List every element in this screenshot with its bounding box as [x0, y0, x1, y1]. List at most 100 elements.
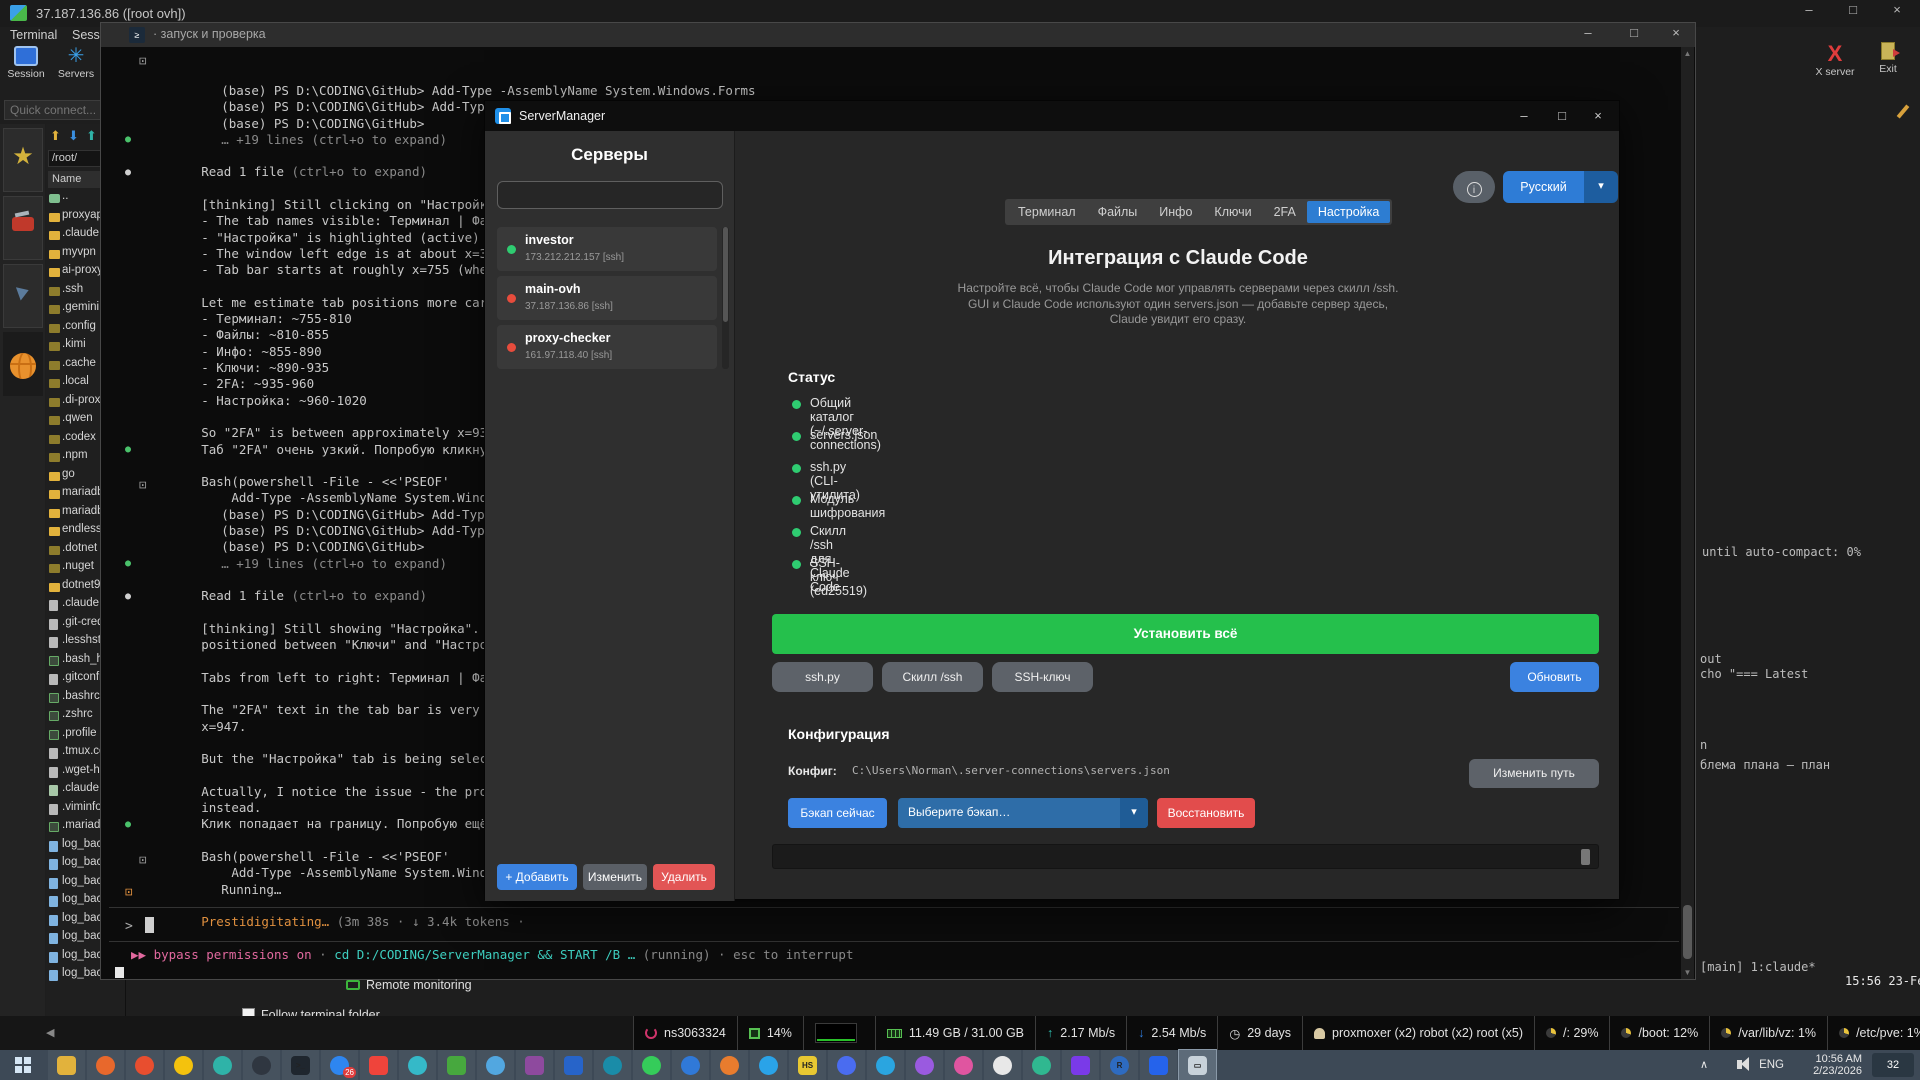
clock[interactable]: 10:56 AM 2/23/2026 [1813, 1053, 1862, 1077]
change-path-button[interactable]: Изменить путь [1469, 759, 1599, 788]
notification-count[interactable]: 32 [1872, 1053, 1914, 1077]
x-server-button[interactable]: X X server [1812, 42, 1858, 78]
taskbar-app-icon[interactable] [750, 1050, 787, 1080]
terminal-title-bar[interactable]: ≥ · запуск и проверка – □ × [101, 23, 1695, 47]
server-search-input[interactable] [497, 181, 723, 209]
install-sshpy-button[interactable]: ssh.py [772, 662, 873, 692]
taskbar-app-icon[interactable] [165, 1050, 202, 1080]
exit-button[interactable]: Exit [1868, 42, 1908, 75]
taskbar-app-icon[interactable] [711, 1050, 748, 1080]
taskbar-app-icon[interactable] [867, 1050, 904, 1080]
taskbar-app-icon[interactable] [477, 1050, 514, 1080]
restore-button[interactable]: Восстановить [1157, 798, 1255, 828]
section-tab[interactable]: Файлы [1087, 201, 1149, 223]
pencil-icon[interactable] [1897, 104, 1910, 118]
servers-tool-button[interactable]: ✳ Servers [52, 46, 100, 80]
taskbar-app-icon[interactable] [1062, 1050, 1099, 1080]
sm-minimize-button[interactable]: – [1511, 108, 1537, 123]
taskbar-app-icon[interactable]: R [1101, 1050, 1138, 1080]
sidebar-tab-tools[interactable] [3, 196, 43, 260]
app-glyph [447, 1056, 466, 1075]
maximize-button[interactable]: □ [1838, 2, 1868, 17]
taskbar-app-icon[interactable] [555, 1050, 592, 1080]
terminal-close-button[interactable]: × [1661, 25, 1691, 40]
taskbar-app-icon[interactable] [672, 1050, 709, 1080]
terminal-maximize-button[interactable]: □ [1619, 25, 1649, 40]
sm-close-button[interactable]: × [1585, 108, 1611, 123]
sidebar-tab-sessions[interactable] [3, 264, 43, 328]
close-button[interactable]: × [1882, 2, 1912, 17]
section-tab[interactable]: Настройка [1307, 201, 1391, 223]
session-tool-button[interactable]: Session [2, 46, 50, 80]
taskbar-app-icon[interactable] [984, 1050, 1021, 1080]
taskbar-app-icon[interactable] [906, 1050, 943, 1080]
download-icon[interactable]: ⬇ [68, 128, 79, 144]
server-card[interactable]: main-ovh 37.187.136.86 [ssh] [497, 276, 717, 320]
servermanager-title-bar[interactable]: ServerManager – □ × [485, 101, 1619, 131]
server-card[interactable]: proxy-checker 161.97.118.40 [ssh] [497, 325, 717, 369]
taskbar-app-icon[interactable] [243, 1050, 280, 1080]
taskbar-app-icon[interactable] [828, 1050, 865, 1080]
minimize-button[interactable]: – [1794, 2, 1824, 17]
terminal-cursor [145, 917, 154, 933]
taskbar-app-icon[interactable] [87, 1050, 124, 1080]
volume-icon[interactable] [1737, 1060, 1742, 1069]
taskbar-app-icon[interactable] [516, 1050, 553, 1080]
server-address: 173.212.212.157 [ssh] [525, 252, 624, 263]
taskbar-app-icon[interactable] [438, 1050, 475, 1080]
taskbar-app-icon[interactable]: 26 [321, 1050, 358, 1080]
page-subtitle: Настройте всё, чтобы Claude Code мог упр… [735, 281, 1621, 328]
server-list-scrollbar[interactable] [722, 227, 729, 369]
tray-expand-icon[interactable]: ∧ [1700, 1058, 1708, 1071]
collapse-arrow-icon[interactable]: ◀ [46, 1026, 54, 1039]
taskbar-app-icon[interactable]: ▭ [1179, 1050, 1216, 1080]
scroll-up-icon[interactable]: ▲ [1681, 49, 1694, 58]
powershell-icon: ≥ [129, 27, 145, 43]
section-tab[interactable]: Инфо [1148, 201, 1203, 223]
info-button[interactable]: i [1453, 171, 1495, 203]
taskbar-app-icon[interactable] [594, 1050, 631, 1080]
install-all-button[interactable]: Установить всё [772, 614, 1599, 654]
delete-server-button[interactable]: Удалить [653, 864, 715, 890]
language-indicator[interactable]: ENG [1759, 1059, 1784, 1071]
taskbar-app-icon[interactable] [1023, 1050, 1060, 1080]
language-dropdown[interactable]: Русский ▾ [1503, 171, 1618, 203]
section-tab[interactable]: 2FA [1263, 201, 1307, 223]
scrollbar-thumb[interactable] [1581, 849, 1590, 865]
taskbar-app-icon[interactable] [204, 1050, 241, 1080]
taskbar-app-icon[interactable]: HS [789, 1050, 826, 1080]
segment-icon [645, 1027, 657, 1039]
taskbar-app-icon[interactable] [126, 1050, 163, 1080]
status-ok-dot [792, 464, 801, 473]
taskbar-app-icon[interactable] [1140, 1050, 1177, 1080]
scrollbar-thumb[interactable] [1683, 905, 1692, 959]
taskbar-app-icon[interactable]: >_ [282, 1050, 319, 1080]
terminal-minimize-button[interactable]: – [1573, 25, 1603, 40]
taskbar-app-icon[interactable] [399, 1050, 436, 1080]
sidebar-tab-sftp[interactable] [3, 332, 43, 396]
section-tab[interactable]: Терминал [1007, 201, 1087, 223]
taskbar-app-icon[interactable] [633, 1050, 670, 1080]
remote-monitoring-toggle[interactable]: Remote monitoring [346, 978, 472, 992]
taskbar-app-icon[interactable] [360, 1050, 397, 1080]
taskbar-app-icon[interactable] [48, 1050, 85, 1080]
install-sshkey-button[interactable]: SSH-ключ [992, 662, 1093, 692]
backup-select[interactable]: Выберите бэкап… ▾ [898, 798, 1148, 828]
scrollbar-thumb[interactable] [723, 227, 728, 322]
terminal-scrollbar[interactable]: ▲ ▼ [1681, 47, 1694, 979]
add-server-button[interactable]: + Добавить [497, 864, 577, 890]
taskbar-app-icon[interactable] [945, 1050, 982, 1080]
folder-up-icon[interactable]: ⬆ [50, 128, 61, 144]
sm-maximize-button[interactable]: □ [1549, 108, 1575, 123]
menu-terminal[interactable]: Terminal [10, 28, 57, 42]
edit-server-button[interactable]: Изменить [583, 864, 647, 890]
refresh-button[interactable]: Обновить [1510, 662, 1599, 692]
upload-icon[interactable]: ⬆ [86, 128, 97, 144]
scroll-down-icon[interactable]: ▼ [1681, 968, 1694, 977]
install-skill-button[interactable]: Скилл /ssh [882, 662, 983, 692]
backup-now-button[interactable]: Бэкап сейчас [788, 798, 887, 828]
sidebar-tab-favorites[interactable]: ★ [3, 128, 43, 192]
server-card[interactable]: investor 173.212.212.157 [ssh] [497, 227, 717, 271]
section-tab[interactable]: Ключи [1203, 201, 1262, 223]
start-button[interactable] [0, 1050, 46, 1080]
